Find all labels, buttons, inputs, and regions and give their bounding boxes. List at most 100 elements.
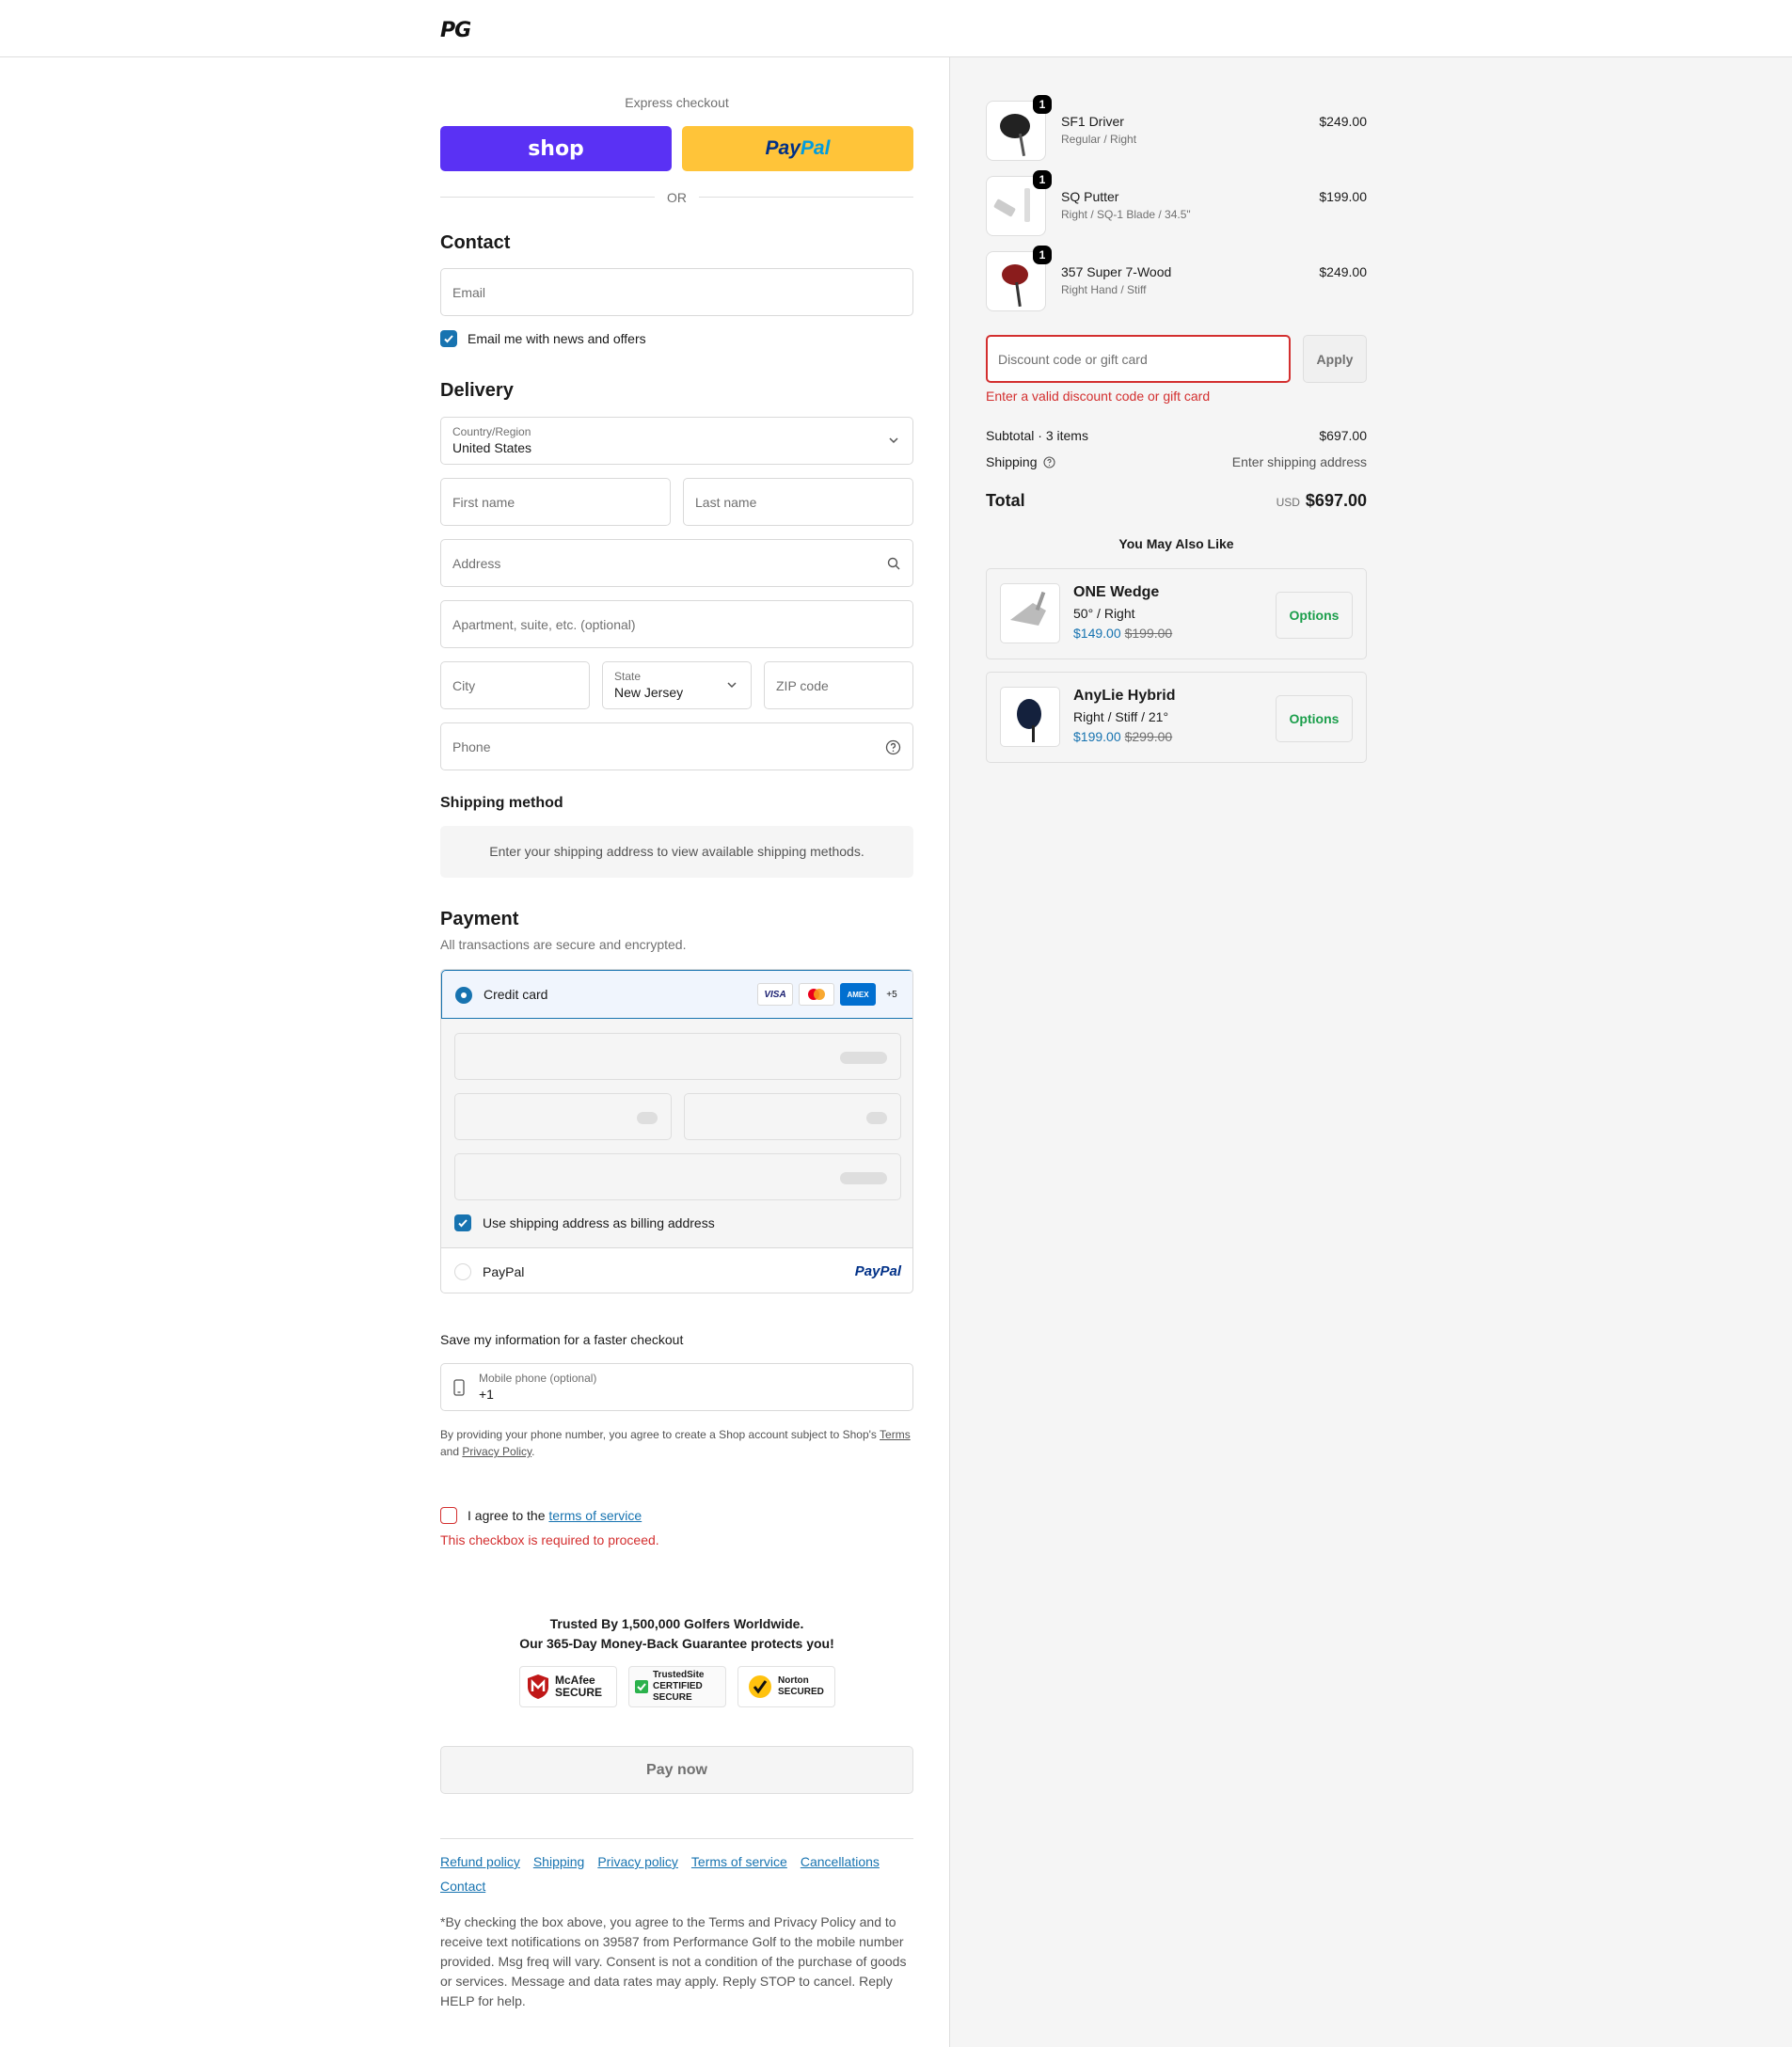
trustedsite-check-icon <box>635 1680 648 1693</box>
or-label: OR <box>667 190 687 205</box>
shop-legal-and: and <box>440 1445 463 1458</box>
mobile-phone-field[interactable]: Mobile phone (optional) +1 <box>440 1363 913 1411</box>
quantity-badge: 1 <box>1033 95 1052 114</box>
country-select[interactable]: Country/Region United States <box>440 417 913 465</box>
shipping-value: Enter shipping address <box>1231 454 1367 469</box>
last-name-field[interactable]: Last name <box>683 478 913 526</box>
total-amount: USD $697.00 <box>1277 491 1367 511</box>
address-field[interactable]: Address <box>440 539 913 587</box>
shop-legal-suffix: . <box>531 1445 535 1458</box>
cart-item: 1 357 Super 7-Wood Right Hand / Stiff $2… <box>986 246 1367 311</box>
zip-placeholder: ZIP code <box>776 678 829 693</box>
terms-of-service-footer-link[interactable]: Terms of service <box>691 1849 787 1874</box>
city-placeholder: City <box>452 678 476 693</box>
contact-title: Contact <box>440 232 511 253</box>
card-details-form: Use shipping address as billing address <box>441 1019 912 1248</box>
contact-link[interactable]: Contact <box>440 1874 485 1898</box>
mobile-phone-value: +1 <box>479 1387 494 1402</box>
item-name: SF1 Driver <box>1061 114 1124 129</box>
discount-error: Enter a valid discount code or gift card <box>986 389 1211 404</box>
sale-price: $199.00 <box>1073 729 1121 744</box>
zip-field[interactable]: ZIP code <box>764 661 913 709</box>
trustedsite-badge: TrustedSite CERTIFIED SECURE <box>628 1666 726 1707</box>
billing-checkbox-label: Use shipping address as billing address <box>483 1215 715 1230</box>
payment-subtitle: All transactions are secure and encrypte… <box>440 937 687 952</box>
footer-divider <box>440 1838 913 1839</box>
apartment-field[interactable]: Apartment, suite, etc. (optional) <box>440 600 913 648</box>
mcafee-shield-icon <box>528 1674 548 1699</box>
name-on-card-field[interactable] <box>454 1153 901 1200</box>
country-value: United States <box>452 440 532 455</box>
item-name: SQ Putter <box>1061 189 1119 204</box>
city-field[interactable]: City <box>440 661 590 709</box>
norton-check-icon <box>749 1675 771 1698</box>
item-variant: Regular / Right <box>1061 133 1137 146</box>
options-button[interactable]: Options <box>1276 592 1353 639</box>
phone-field[interactable]: Phone <box>440 722 913 770</box>
amex-icon: AMEX <box>840 983 876 1006</box>
state-select[interactable]: State New Jersey <box>602 661 752 709</box>
quantity-badge: 1 <box>1033 170 1052 189</box>
quantity-badge: 1 <box>1033 246 1052 264</box>
upsell-variant: 50° / Right <box>1073 606 1135 621</box>
news-checkbox-label: Email me with news and offers <box>468 331 646 346</box>
upsell-card: ONE Wedge 50° / Right $149.00 $199.00 Opt… <box>986 568 1367 659</box>
privacy-policy-link[interactable]: Privacy policy <box>597 1849 678 1874</box>
security-code-field[interactable] <box>684 1093 901 1140</box>
currency-code: USD <box>1276 496 1300 509</box>
paypal-radio[interactable] <box>454 1263 471 1280</box>
cancellations-link[interactable]: Cancellations <box>801 1849 880 1874</box>
shop-terms-link[interactable]: Terms <box>880 1428 911 1441</box>
shop-pay-label: shop <box>528 136 584 161</box>
mobile-phone-icon <box>453 1379 465 1396</box>
paypal-option[interactable]: PayPal PayPal <box>441 1248 912 1293</box>
hybrid-club-image <box>1017 699 1041 742</box>
address-placeholder: Address <box>452 556 501 571</box>
state-value: New Jersey <box>614 685 684 700</box>
upsell-title: You May Also Like <box>1118 536 1234 551</box>
billing-checkbox[interactable] <box>454 1214 471 1231</box>
options-button[interactable]: Options <box>1276 695 1353 742</box>
shop-legal-text: By providing your phone number, you agre… <box>440 1426 913 1460</box>
wedge-club-image <box>1010 591 1046 626</box>
phone-placeholder: Phone <box>452 739 491 754</box>
shipping-label: Shipping <box>986 454 1038 469</box>
or-divider: OR <box>440 188 913 207</box>
chevron-down-icon <box>727 682 737 689</box>
email-field[interactable]: Email <box>440 268 913 316</box>
terms-of-service-link[interactable]: terms of service <box>548 1508 642 1523</box>
refund-policy-link[interactable]: Refund policy <box>440 1849 520 1874</box>
last-name-placeholder: Last name <box>695 495 757 510</box>
help-circle-icon[interactable] <box>885 739 901 755</box>
credit-card-radio[interactable] <box>455 987 472 1004</box>
search-icon <box>887 557 900 570</box>
norton-badge: Norton SECURED <box>737 1666 835 1707</box>
sale-price: $149.00 <box>1073 626 1121 641</box>
discount-code-input[interactable]: Discount code or gift card <box>986 335 1291 383</box>
header: PG <box>0 0 1792 57</box>
email-placeholder: Email <box>452 285 486 300</box>
save-info-title: Save my information for a faster checkou… <box>440 1332 684 1347</box>
trust-line-2: Our 365-Day Money-Back Guarantee protect… <box>519 1636 834 1651</box>
shop-privacy-link[interactable]: Privacy Policy <box>462 1445 531 1458</box>
card-number-field[interactable] <box>454 1033 901 1080</box>
first-name-field[interactable]: First name <box>440 478 671 526</box>
news-checkbox[interactable] <box>440 330 457 347</box>
expiry-field[interactable] <box>454 1093 672 1140</box>
payment-title: Payment <box>440 909 519 929</box>
credit-card-option[interactable]: Credit card VISA AMEX +5 <box>441 970 912 1019</box>
terms-checkbox[interactable] <box>440 1507 457 1524</box>
help-circle-icon[interactable] <box>1043 456 1055 468</box>
card-brand-icons: VISA AMEX +5 <box>757 983 902 1006</box>
apply-discount-button[interactable]: Apply <box>1303 335 1367 383</box>
paypal-express-button[interactable]: Pay Pal <box>682 126 913 171</box>
delivery-title: Delivery <box>440 380 514 401</box>
chevron-down-icon <box>889 437 898 444</box>
brand-logo[interactable]: PG <box>440 19 471 42</box>
payment-methods: Credit card VISA AMEX +5 Use shipping ad… <box>440 969 913 1293</box>
credit-card-label: Credit card <box>484 987 548 1002</box>
cart-item: 1 SF1 Driver Regular / Right $249.00 <box>986 95 1367 161</box>
pay-now-button[interactable]: Pay now <box>440 1746 913 1794</box>
shop-pay-button[interactable]: shop <box>440 126 672 171</box>
shipping-policy-link[interactable]: Shipping <box>533 1849 585 1874</box>
